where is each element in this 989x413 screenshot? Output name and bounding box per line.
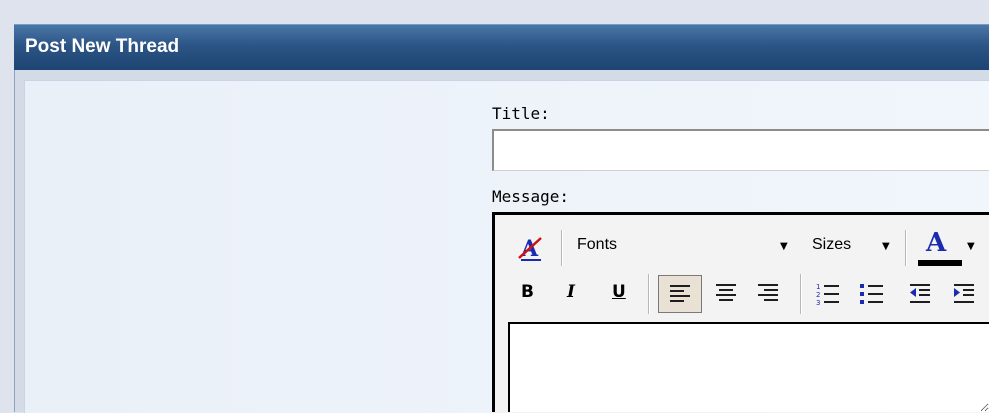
unordered-list-icon	[860, 284, 883, 304]
align-left-button[interactable]	[658, 275, 702, 313]
message-textarea[interactable]	[508, 322, 989, 412]
ordered-list-icon: 1 2 3	[816, 283, 839, 307]
bold-button[interactable]: B	[521, 282, 534, 302]
page-title: Post New Thread	[25, 36, 180, 57]
align-center-button[interactable]	[706, 275, 746, 313]
remove-format-button[interactable]: A	[513, 233, 547, 263]
fonts-dropdown[interactable]: Fonts	[577, 236, 617, 254]
font-color-icon: A	[917, 228, 962, 268]
italic-button[interactable]: I	[567, 282, 575, 302]
toolbar-separator	[649, 274, 650, 314]
toolbar-separator	[562, 230, 563, 266]
ordered-list-button[interactable]: 1 2 3	[808, 275, 848, 313]
sizes-chevron-down-icon[interactable]: ▼	[882, 241, 890, 252]
svg-text:1: 1	[816, 283, 820, 291]
font-color-chevron-down-icon[interactable]: ▼	[967, 241, 975, 252]
sizes-dropdown[interactable]: Sizes	[812, 236, 851, 254]
font-color-button[interactable]: A	[914, 228, 964, 268]
unordered-list-button[interactable]	[852, 275, 892, 313]
indent-icon	[954, 284, 974, 303]
align-left-icon	[670, 285, 690, 305]
post-thread-header: Post New Thread	[14, 24, 989, 70]
align-center-icon	[716, 284, 736, 304]
outdent-icon	[910, 284, 930, 303]
toolbar-separator	[801, 274, 802, 314]
svg-text:2: 2	[816, 291, 820, 299]
fonts-chevron-down-icon[interactable]: ▼	[780, 241, 788, 252]
underline-button[interactable]: U	[612, 282, 626, 302]
align-right-icon	[758, 284, 778, 304]
message-label: Message:	[492, 187, 570, 206]
title-label: Title:	[492, 104, 550, 123]
font-color-letter: A	[926, 228, 947, 258]
toolbar-separator	[906, 230, 907, 266]
remove-format-icon: A	[518, 236, 542, 262]
align-right-button[interactable]	[748, 275, 788, 313]
color-swatch	[918, 260, 962, 266]
title-input[interactable]	[492, 129, 989, 171]
indent-button[interactable]	[944, 275, 984, 313]
outdent-button[interactable]	[900, 275, 940, 313]
svg-text:3: 3	[816, 299, 820, 307]
